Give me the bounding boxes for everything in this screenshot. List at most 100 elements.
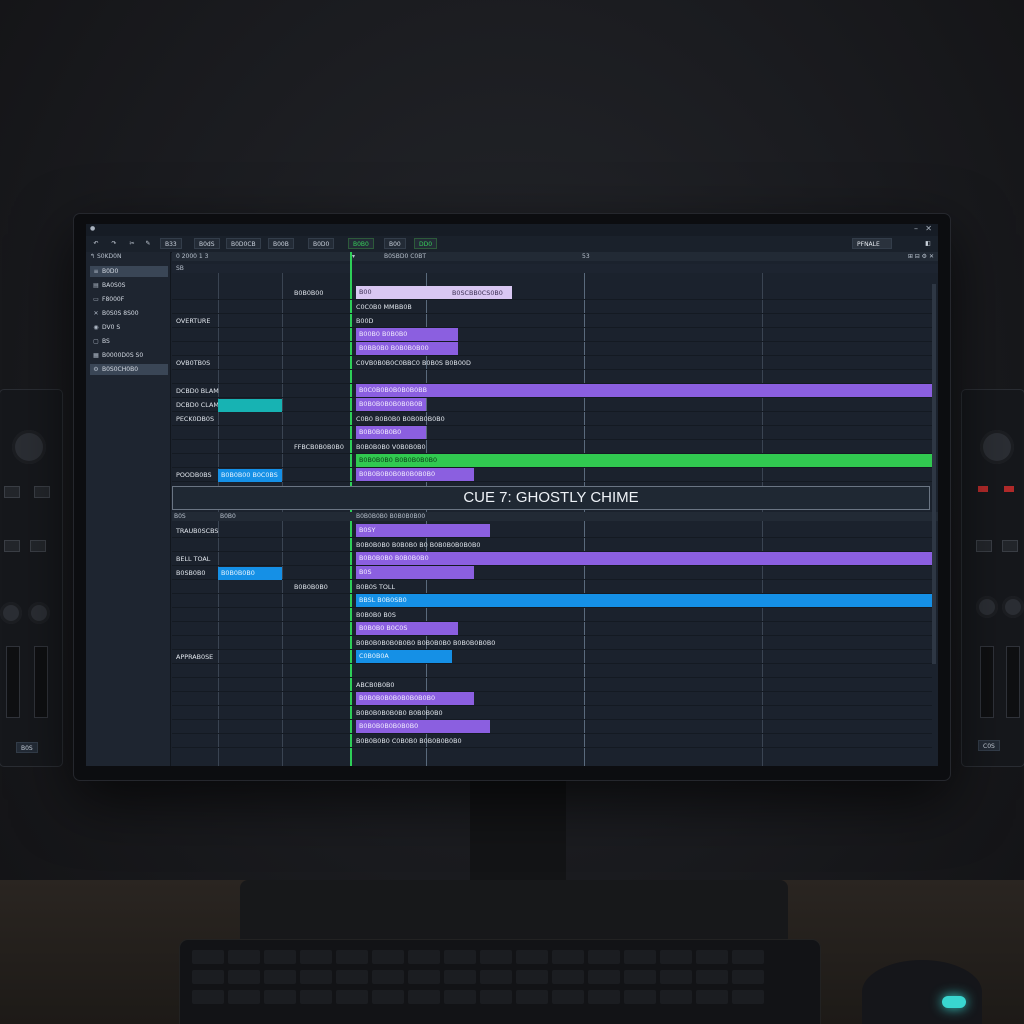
fader[interactable] — [1006, 646, 1020, 718]
track-row — [172, 622, 932, 636]
ctrl-button[interactable] — [34, 486, 50, 498]
toolbar-button-8[interactable]: DD0 — [414, 238, 438, 249]
track-name[interactable]: POODB0BS — [176, 471, 212, 479]
mouse — [862, 960, 982, 1024]
toolbar: ↶ ↷ ✂ ✎ B33 B0dS B0D0CB B00B B0D0 B0B0 B… — [86, 236, 938, 253]
track-name[interactable]: PECK0DB0S — [176, 415, 214, 423]
clip-label[interactable]: ABCB0B0B0 — [356, 681, 394, 689]
audio-clip[interactable]: B0B0B0B0B0B0B0B0B0 — [356, 692, 474, 705]
ctrl-button[interactable] — [976, 540, 992, 552]
ctrl-button[interactable] — [1002, 540, 1018, 552]
scissors-icon[interactable]: ✂ — [126, 238, 138, 249]
clip-label[interactable]: B0B0B0B0 V0B0B0B0 — [356, 443, 426, 451]
sidebar-item-7[interactable]: ▦ B0000D0S S0 — [90, 350, 168, 361]
device-button[interactable]: B0S — [16, 742, 38, 753]
knob[interactable] — [976, 596, 998, 618]
zoom-icons[interactable]: ⊞ ⊟ ⚙ ✕ — [908, 252, 934, 261]
track-name[interactable]: DCBD0 CLAM — [176, 401, 219, 409]
track-name[interactable]: DCBD0 BLAM — [176, 387, 219, 395]
track-name[interactable]: TRAUB0SCBS — [176, 527, 218, 535]
audio-clip[interactable]: C0B0B0A — [356, 650, 452, 663]
track-name[interactable]: BELL TOAL — [176, 555, 210, 563]
minimize-icon[interactable]: – — [914, 224, 918, 233]
toolbar-button-4[interactable]: B00B — [268, 238, 294, 249]
knob[interactable] — [0, 602, 22, 624]
track-sub-label[interactable]: B0B0B0B0 — [218, 567, 282, 580]
sidebar-item-3[interactable]: ▭ F8000F — [90, 294, 168, 305]
audio-clip[interactable]: B0C0B0B0B0B0B0BB — [356, 384, 932, 397]
sidebar-item-4[interactable]: ✕ B0S0S 8S00 — [90, 308, 168, 319]
undo-icon[interactable]: ↶ — [90, 238, 102, 249]
toolbar-button-5[interactable]: B0D0 — [308, 238, 335, 249]
clip-label[interactable]: C0VB0B0B0C0BBC0 B0B0S B0B00D — [356, 359, 471, 367]
ctrl-button[interactable] — [30, 540, 46, 552]
fader[interactable] — [6, 646, 20, 718]
track-region[interactable] — [218, 399, 282, 412]
fader[interactable] — [980, 646, 994, 718]
toolbar-button-1[interactable]: B33 — [160, 238, 182, 249]
sidebar-item-2[interactable]: ▤ BA0S0S — [90, 280, 168, 291]
redo-icon[interactable]: ↷ — [108, 238, 120, 249]
audio-clip[interactable]: B0SY — [356, 524, 490, 537]
vertical-scrollbar[interactable] — [932, 284, 936, 664]
toolbar-button-2[interactable]: B0dS — [194, 238, 220, 249]
panel-icon[interactable]: ◧ — [922, 238, 934, 249]
audio-clip[interactable]: B0BB0B0 B0B0B0B00 — [356, 342, 458, 355]
track-row — [172, 300, 932, 314]
clip-label[interactable]: C0C0B0 MMBB0B — [356, 303, 412, 311]
audio-clip[interactable]: BBSL B0B0SB0 — [356, 594, 932, 607]
ctrl-button[interactable] — [4, 486, 20, 498]
folder-icon: ▤ — [93, 282, 99, 289]
close-icon[interactable]: ✕ — [925, 224, 932, 233]
sidebar-item-8[interactable]: ⚙ B0S0CH0B0 — [90, 364, 168, 375]
knob[interactable] — [1002, 596, 1024, 618]
track-name[interactable]: B0SB0B0 — [176, 569, 205, 577]
track-sub-label[interactable]: B0B0B00 B0C0BS — [218, 469, 282, 482]
knob[interactable] — [28, 602, 50, 624]
knob[interactable] — [12, 430, 46, 464]
track-name[interactable]: APPRAB0SE — [176, 653, 213, 661]
key-row — [192, 950, 764, 966]
toolbar-button-6[interactable]: B0B0 — [348, 238, 374, 249]
audio-clip[interactable]: B0B0B0B0B0 — [356, 426, 426, 439]
track-sub-label[interactable]: B0B0B0B0 — [294, 583, 328, 591]
audio-clip[interactable]: B0B0B0B0B0B0B0B — [356, 398, 426, 411]
clip-label[interactable]: B0B0S TOLL — [356, 583, 395, 591]
audio-clip[interactable]: B0B0B0B0B0B0B0 — [356, 720, 490, 733]
audio-clip[interactable]: B0B0B0B0 B0B0B0B0B0 — [356, 454, 932, 467]
clip-label[interactable]: B0B0B0B0B0B0 B0B0B0B0 — [356, 709, 443, 717]
track-row — [172, 286, 932, 300]
track-row — [172, 524, 932, 538]
toolbar-button-7[interactable]: B00 — [384, 238, 406, 249]
track-row — [172, 650, 932, 664]
sidebar-item-5[interactable]: ◉ DV0 S — [90, 322, 168, 333]
clip-label[interactable]: B0B0B0B0B0B0B0 B0B0B0B0 B0B0B0B0B0 — [356, 639, 495, 647]
clip-label[interactable]: B0B0B0B0 B0B0B0 B0 B0B0B0B0B0B0 — [356, 541, 480, 549]
audio-clip[interactable]: B0B0B0B0B0B0B0B0B0 — [356, 468, 474, 481]
audio-clip[interactable]: B0B0B0B0 B0B0B0B0 — [356, 552, 932, 565]
clip-label[interactable]: B00D — [356, 317, 373, 325]
sidebar-item-1[interactable]: ≡ B0D0 — [90, 266, 168, 277]
knob[interactable] — [980, 430, 1014, 464]
key-row — [192, 970, 764, 986]
clip-label[interactable]: C0B0 B0B0B0 B0B0B0B0B0 — [356, 415, 445, 423]
audio-clip[interactable]: B00B0 B0B0B0 — [356, 328, 458, 341]
audio-clip[interactable]: B0S — [356, 566, 474, 579]
toolbar-button-3[interactable]: B0D0CB — [226, 238, 261, 249]
final-button[interactable]: PFNALE — [852, 238, 892, 249]
back-icon[interactable]: ↰ — [86, 253, 95, 260]
audio-clip[interactable]: B0B0B0 B0C0S — [356, 622, 458, 635]
track-name[interactable]: OVERTURE — [176, 317, 210, 325]
sidebar-item-6[interactable]: ▢ BS — [90, 336, 168, 347]
clip-label[interactable]: B0B0B0 B0S — [356, 611, 396, 619]
pencil-icon[interactable]: ✎ — [142, 238, 154, 249]
track-sub-label[interactable]: FFBCB0B0B0B0 — [294, 443, 344, 451]
track-sub-label[interactable]: B0B0B00 — [294, 289, 323, 297]
clip-label[interactable]: B0B0B0B0 C0B0B0 B0B0B0B0B0 — [356, 737, 462, 745]
track-row — [172, 356, 932, 370]
device-button[interactable]: C0S — [978, 740, 1000, 751]
ctrl-button[interactable] — [4, 540, 20, 552]
track-row — [172, 608, 932, 622]
fader[interactable] — [34, 646, 48, 718]
track-name[interactable]: OVB0TB0S — [176, 359, 210, 367]
